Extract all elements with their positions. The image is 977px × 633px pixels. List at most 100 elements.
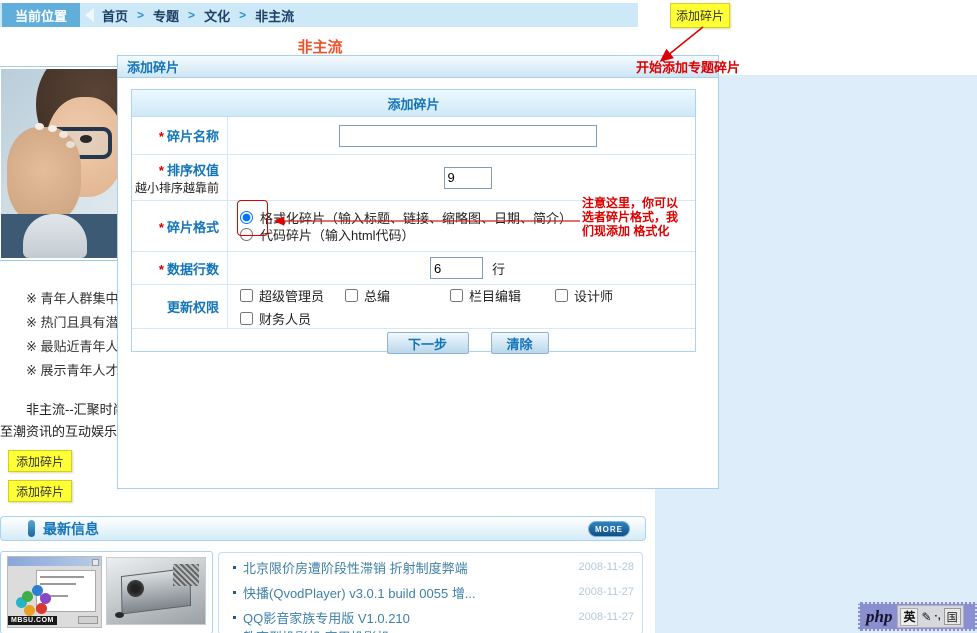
news-item-1[interactable]: 北京限价房遭阶段性滞销 折射制度弊端 2008-11-28 <box>233 558 634 576</box>
add-fragment-dialog: 添加碎片 添加碎片 *碎片名称 *排序权值 越小排序越靠前 <box>117 55 719 489</box>
ime-keyboard-icon[interactable]: 国 <box>944 608 961 625</box>
data-rows-input[interactable] <box>430 257 483 279</box>
photo-eye <box>80 135 92 143</box>
dialog-title: 添加碎片 <box>127 57 179 76</box>
add-fragment-button-top[interactable]: 添加碎片 <box>670 3 730 28</box>
list-bullet-icon <box>233 566 236 569</box>
superadmin-checkbox[interactable] <box>240 289 253 302</box>
news-thumbnail-projector[interactable] <box>106 557 206 625</box>
ime-language-toggle[interactable]: 英 <box>900 608 918 626</box>
feature-bullet-2: ※ 热门且具有潜 <box>26 312 119 331</box>
breadcrumb-item-topics[interactable]: 专题 <box>153 6 179 25</box>
photo-art <box>1 69 118 258</box>
section-pill-icon <box>28 520 35 537</box>
installer-titlebar <box>8 557 101 566</box>
form-row-buttons: 下一步 清除 <box>132 329 695 357</box>
news-item-2[interactable]: 快播(QvodPlayer) v3.0.1 build 0055 增... 20… <box>233 583 634 601</box>
add-fragment-button-side-2[interactable]: 添加碎片 <box>8 480 72 502</box>
datarows-unit: 行 <box>492 259 505 278</box>
feature-bullet-4: ※ 展示青年人才 <box>26 360 119 379</box>
list-bullet-icon <box>233 591 236 594</box>
latest-news-title: 最新信息 <box>43 519 99 539</box>
installer-text-line <box>40 576 84 578</box>
installer-body <box>36 570 96 612</box>
page-title: 非主流 <box>0 36 640 57</box>
news-item-2-date: 2008-11-27 <box>564 586 634 598</box>
column-editor-checkbox[interactable] <box>450 289 463 302</box>
news-item-3[interactable]: QQ影音家族专用版 V1.0.210 2008-11-27 <box>233 608 634 626</box>
screen: 当前位置 首页 > 专题 > 文化 > 非主流 非主流 添加碎片 ※ 青年人群集… <box>0 0 977 633</box>
perm-designer[interactable]: 设计师 <box>555 286 660 305</box>
installer-button <box>78 616 98 624</box>
news-thumbnail-installer[interactable]: MBSU.COM <box>7 556 102 628</box>
current-location-tab: 当前位置 <box>2 3 80 27</box>
perm-column-editor[interactable]: 栏目编辑 <box>450 286 555 305</box>
datarows-label-cell: *数据行数 <box>132 252 228 284</box>
breadcrumb-item-home[interactable]: 首页 <box>102 6 128 25</box>
sort-weight-input[interactable] <box>444 167 492 189</box>
thumbnail-watermark: MBSU.COM <box>8 616 57 625</box>
feature-bullet-4-text: 展示青年人才 <box>41 363 119 378</box>
annotation-format-note: 注意这里，你可以 选者碎片格式，我 们现添加 格式化 <box>582 196 692 238</box>
breadcrumb-item-culture[interactable]: 文化 <box>204 6 230 25</box>
required-mark: * <box>159 129 164 144</box>
fragment-name-input[interactable] <box>339 125 597 147</box>
form-row-datarows: *数据行数 行 <box>132 252 695 285</box>
breadcrumb-separator-icon: > <box>137 8 144 22</box>
annotation-radio-highlight-box <box>237 200 268 236</box>
finance-checkbox[interactable] <box>240 312 253 325</box>
ime-language-bar[interactable]: php 英 ✎ ·, 国 <box>858 602 977 631</box>
format-note-line2: 选者碎片格式，我 <box>582 210 692 224</box>
news-item-2-title[interactable]: 快播(QvodPlayer) v3.0.1 build 0055 增... <box>243 583 564 602</box>
more-button[interactable]: MORE <box>588 521 630 537</box>
photo-nails <box>35 123 44 130</box>
format-note-line3: 们现添加 格式化 <box>582 224 692 238</box>
permissions-label-cell: 更新权限 <box>132 285 228 328</box>
photo-hand <box>7 127 81 223</box>
datarows-label: 数据行数 <box>167 262 219 277</box>
installer-close-icon <box>92 559 99 566</box>
ime-punctuation-icon[interactable]: ·, <box>935 611 941 622</box>
required-mark: * <box>159 163 164 178</box>
designer-checkbox[interactable] <box>555 289 568 302</box>
ime-segment: 英 ✎ ·, 国 <box>897 605 963 628</box>
bullet-mark-icon: ※ <box>26 315 37 330</box>
feature-bullet-1: ※ 青年人群集中 <box>26 288 119 307</box>
news-item-1-title[interactable]: 北京限价房遭阶段性滞销 折射制度弊端 <box>243 558 564 577</box>
news-item-4-title[interactable]: 教育型投影机 家用投影机 <box>243 627 564 633</box>
required-mark: * <box>159 220 164 235</box>
news-item-4[interactable]: 教育型投影机 家用投影机 <box>233 627 634 633</box>
news-item-3-date: 2008-11-27 <box>564 611 634 623</box>
news-item-3-title[interactable]: QQ影音家族专用版 V1.0.210 <box>243 608 564 627</box>
site-tagline-line2: 至潮资讯的互动娱乐网 <box>0 421 130 440</box>
format-label: 碎片格式 <box>167 220 219 235</box>
chief-editor-checkbox[interactable] <box>345 289 358 302</box>
clear-button[interactable]: 清除 <box>491 332 549 354</box>
name-label: 碎片名称 <box>167 129 219 144</box>
sort-input-cell <box>228 155 695 200</box>
next-step-button[interactable]: 下一步 <box>387 332 469 354</box>
perm-finance[interactable]: 财务人员 <box>240 309 345 328</box>
list-bullet-icon <box>233 616 236 619</box>
breadcrumb-item-current: 非主流 <box>255 6 294 25</box>
form-row-name: *碎片名称 <box>132 117 695 155</box>
required-mark: * <box>159 262 164 277</box>
annotation-start-note: 开始添加专题碎片 <box>636 57 740 76</box>
ime-pen-icon[interactable]: ✎ <box>921 610 931 624</box>
feature-bullet-3: ※ 最贴近青年人 <box>26 336 119 355</box>
bullet-mark-icon: ※ <box>26 291 37 306</box>
perm-chief-editor[interactable]: 总编 <box>345 286 450 305</box>
form-title: 添加碎片 <box>132 90 695 117</box>
breadcrumb-notch-icon <box>85 8 94 22</box>
perm-superadmin[interactable]: 超级管理员 <box>240 286 345 305</box>
installer-text-line <box>40 583 76 585</box>
php-logo: php <box>866 607 892 627</box>
breadcrumb-separator-icon: > <box>239 8 246 22</box>
form-row-permissions: 更新权限 超级管理员 总编 栏目编辑 设计师 财务人员 <box>132 285 695 329</box>
projector-foot <box>115 612 124 618</box>
feature-bullet-3-text: 最贴近青年人 <box>41 339 119 354</box>
add-fragment-button-side-1[interactable]: 添加碎片 <box>8 450 72 472</box>
superadmin-label: 超级管理员 <box>259 286 324 305</box>
installer-text-line <box>40 595 68 597</box>
name-input-cell <box>228 117 695 154</box>
